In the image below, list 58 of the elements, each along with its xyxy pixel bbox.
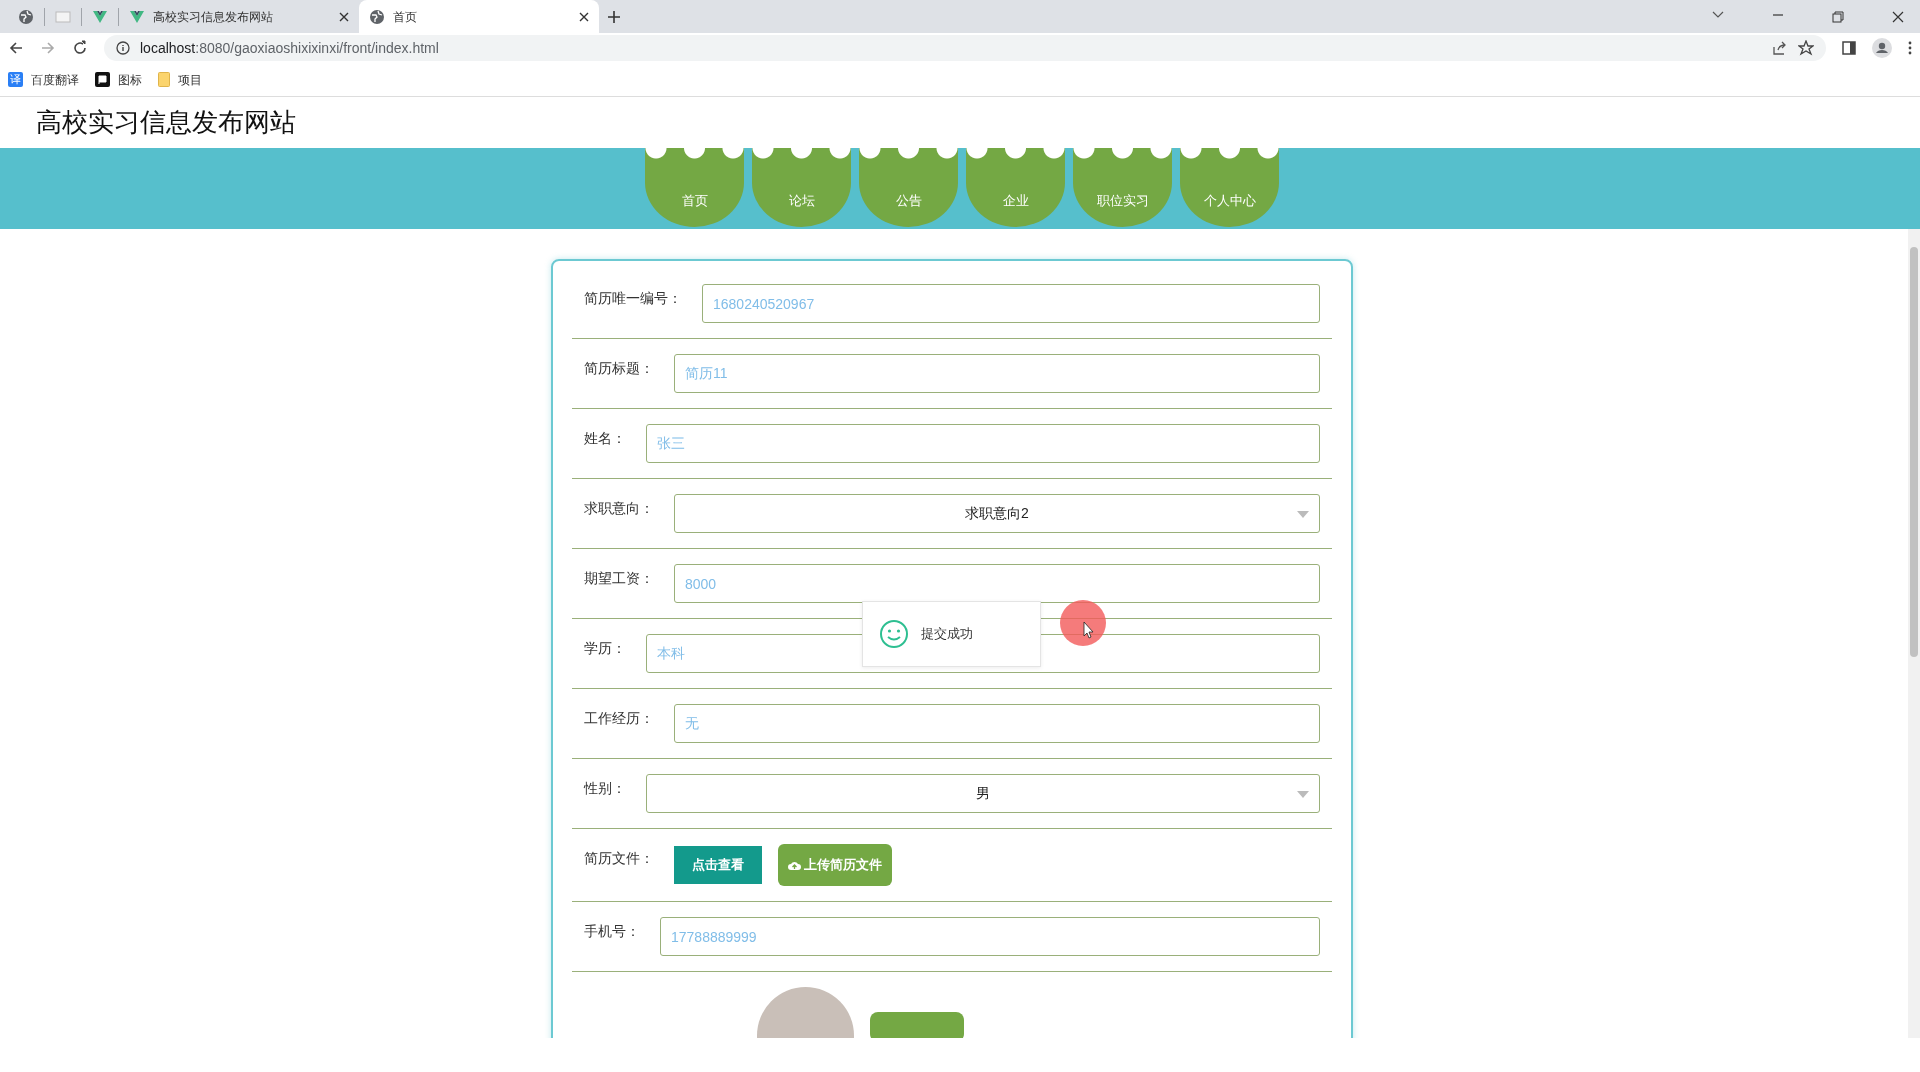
select-field[interactable]: 求职意向2 (674, 494, 1320, 533)
field-label: 手机号： (584, 922, 640, 941)
caret-icon (1297, 511, 1309, 518)
smiley-icon (879, 619, 909, 649)
chevron-down-icon[interactable] (1712, 10, 1724, 19)
field-label: 求职意向： (584, 499, 654, 518)
restore-icon[interactable] (1832, 10, 1844, 23)
scrollbar-thumb[interactable] (1910, 247, 1918, 657)
star-icon[interactable] (1798, 40, 1814, 56)
nav-button[interactable]: 公告 (859, 148, 958, 227)
field-label: 工作经历： (584, 709, 654, 728)
v-logo-icon (92, 8, 108, 25)
bookmark-link[interactable]: 译 百度翻译 (8, 70, 79, 89)
close-icon[interactable] (1892, 10, 1904, 23)
view-button[interactable]: 点击查看 (674, 846, 762, 884)
browser-tab[interactable]: 高校实习信息发布网站 (119, 0, 359, 33)
profile-icon[interactable] (1872, 38, 1892, 58)
input-field[interactable]: 张三 (646, 424, 1320, 463)
input-field[interactable]: 简历11 (674, 354, 1320, 393)
toast-message: 提交成功 (862, 601, 1041, 667)
browser-tab[interactable]: 首页 (359, 0, 599, 33)
field-label: 期望工资： (584, 569, 654, 588)
nav-button[interactable]: 首页 (645, 148, 744, 227)
blank-page-icon (55, 8, 71, 25)
scrollbar[interactable] (1908, 229, 1920, 1038)
v-logo-icon (129, 8, 145, 25)
select-field[interactable]: 男 (646, 774, 1320, 813)
field-label: 姓名： (584, 429, 626, 448)
close-icon[interactable] (339, 11, 349, 22)
reload-icon[interactable] (72, 40, 88, 56)
share-icon[interactable] (1772, 40, 1788, 56)
nav-button[interactable]: 论坛 (752, 148, 851, 227)
nav-button[interactable]: 职位实习 (1073, 148, 1172, 227)
upload-button[interactable]: 上传简历文件 (778, 844, 892, 886)
menu-dots-icon[interactable] (1908, 41, 1912, 55)
field-label: 简历唯一编号： (584, 289, 682, 308)
nav-button[interactable]: 个人中心 (1180, 148, 1279, 227)
cloud-upload-icon (788, 860, 801, 870)
back-arrow-icon[interactable] (8, 40, 24, 56)
nav-button[interactable]: 企业 (966, 148, 1065, 227)
site-title: 高校实习信息发布网站 (36, 106, 296, 139)
field-label: 学历： (584, 639, 626, 658)
input-field[interactable]: 17788889999 (660, 917, 1320, 956)
input-field[interactable]: 8000 (674, 564, 1320, 603)
side-panel-icon[interactable] (1842, 41, 1856, 55)
field-label: 性别： (584, 779, 626, 798)
bookmark-link[interactable]: 图标 (95, 70, 142, 89)
field-label: 简历标题： (584, 359, 654, 378)
input-field[interactable]: 无 (674, 704, 1320, 743)
translate-icon: 译 (8, 72, 23, 87)
info-icon[interactable] (116, 41, 130, 55)
folder-icon (158, 72, 170, 87)
bookmark-link[interactable]: 项目 (158, 70, 202, 89)
field-label: 简历文件： (584, 849, 654, 868)
close-icon[interactable] (579, 11, 589, 22)
caret-icon (1297, 791, 1309, 798)
plus-icon[interactable] (607, 9, 621, 24)
input-field[interactable]: 1680240520967 (702, 284, 1320, 323)
